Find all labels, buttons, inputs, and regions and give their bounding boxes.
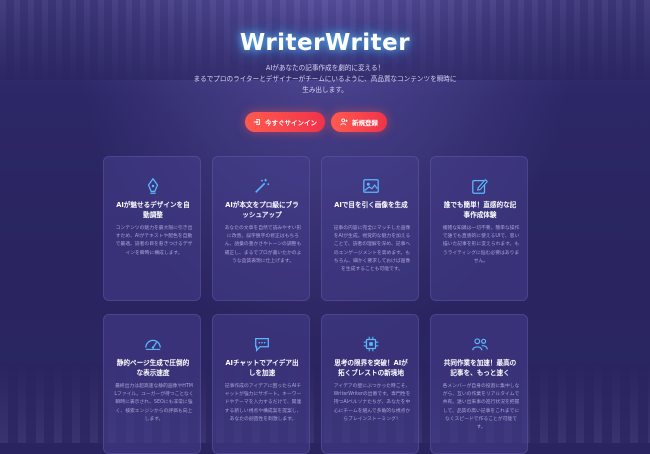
cpu-chip-icon [362, 335, 380, 353]
register-button[interactable]: 新規登録 [331, 112, 387, 132]
feature-card-collaboration: 共同作業を加速！最高の記事を、もっと速く 各メンバーが自身の役割に集中しながら、… [430, 314, 528, 454]
feature-card-title: 思考の限界を突破！AIが拓くブレストの新境地 [334, 359, 408, 377]
feature-card-title: 静的ページ生成で圧倒的な表示速度 [116, 359, 190, 377]
app-subtitle: AIがあなたの記事作成を劇的に変える！ まるでプロのライターとデザイナーがチーム… [150, 63, 500, 96]
feature-card-description: あなたの文章を自然で読みやすい形に改善。誤字脱字の修正はもちろん、語彙の豊かさや… [224, 226, 302, 264]
team-users-icon [471, 335, 489, 353]
feature-card-easy: 誰でも簡単！直感的な記事作成体験 複雑な知識は一切不要。簡単な操作で誰でも直感的… [430, 156, 528, 301]
feature-card-description: 各メンバーが自身の役割に集中しながら、互いの作業をリアルタイムで共有。遠い出来事… [442, 384, 520, 431]
feature-card-title: AIチャットでアイデア出しを加速 [225, 359, 299, 377]
feature-card-design: AIが魅せるデザインを自動調整 コンテンツの魅力を最大限に引き出すため、AIがテ… [103, 156, 201, 301]
edit-square-icon [471, 177, 489, 195]
feature-card-chat: AIチャットでアイデア出しを加速 記事作成のアイデアに困ったらAIチャットが強力… [212, 314, 310, 454]
feature-card-description: 記事作成のアイデアに困ったらAIチャットが強力にサポート。キーワードやテーマを入… [224, 384, 302, 422]
app-title: WriterWriter [239, 30, 411, 56]
image-icon [362, 177, 380, 195]
pen-nib-icon [144, 177, 162, 195]
magic-wand-icon [253, 177, 271, 195]
speedometer-icon [144, 335, 162, 353]
user-plus-icon [340, 118, 348, 126]
feature-card-title: AIが本文をプロ級にブラッシュアップ [225, 201, 299, 219]
feature-card-description: 複雑な知識は一切不要。簡単な操作で誰でも直感的に使えるUIで、思い描いた記事を形… [442, 226, 520, 264]
feature-card-image: AIで目を引く画像を生成 記事の内容に完全にマッチした画像をAIが生成。視覚的な… [321, 156, 419, 301]
chat-bubble-icon [253, 335, 271, 353]
feature-card-title: 誰でも簡単！直感的な記事作成体験 [443, 201, 517, 219]
feature-card-description: 最終出力は超高速な静的画像やHTMLファイル。ユーガーが待つことなく瞬時に表示さ… [114, 384, 194, 422]
feature-card-speed: 静的ページ生成で圧倒的な表示速度 最終出力は超高速な静的画像やHTMLファイル。… [103, 314, 201, 454]
subtitle-line-1: AIがあなたの記事作成を劇的に変える！ [265, 64, 385, 72]
signin-button-label: 今すぐサインイン [265, 119, 317, 127]
register-button-label: 新規登録 [352, 119, 378, 127]
feature-card-title: 共同作業を加速！最高の記事を、もっと速く [443, 359, 517, 377]
feature-card-title: AIが魅せるデザインを自動調整 [116, 201, 190, 219]
feature-card-description: コンテンツの魅力を最大限に引き出すため、AIがテキストや配色を自動で最適。読者の… [115, 226, 193, 256]
feature-card-description: 記事の内容に完全にマッチした画像をAIが生成。視覚的な魅力を加えることで、読者の… [333, 226, 411, 273]
feature-card-brainstorm: 思考の限界を突破！AIが拓くブレストの新境地 アイデアの壁にぶつかった時こそ、W… [321, 314, 419, 454]
signin-button[interactable]: 今すぐサインイン [245, 112, 325, 132]
subtitle-line-3: 生み出します。 [302, 86, 348, 94]
feature-card-brushup: AIが本文をプロ級にブラッシュアップ あなたの文章を自然で読みやすい形に改善。誤… [212, 156, 310, 301]
feature-card-title: AIで目を引く画像を生成 [334, 201, 408, 209]
feature-card-description: アイデアの壁にぶつかった時こそ、WriterWriterの出番です。専門性を持つ… [333, 384, 411, 422]
subtitle-line-2: まるでプロのライターとデザイナーがチームにいるように、高品質なコンテンツを瞬時に [193, 75, 457, 83]
login-icon [253, 118, 261, 126]
